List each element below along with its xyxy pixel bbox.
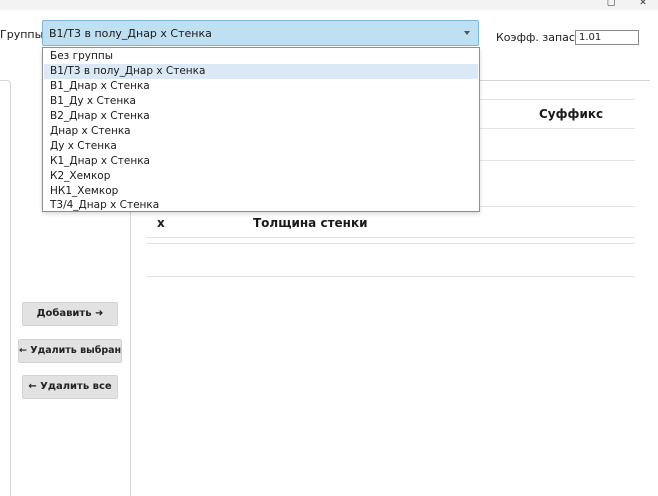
coef-input[interactable]: [575, 30, 639, 45]
dropdown-option[interactable]: В2_Днар х Стенка: [44, 109, 478, 124]
group-dropdown-list[interactable]: Без группы В1/Т3 в полу_Днар х Стенка В1…: [42, 47, 480, 212]
groups-label: Группы:: [0, 28, 47, 41]
group-combobox-value: В1/Т3 в полу_Днар х Стенка: [49, 27, 212, 40]
coef-label: Коэфф. запаса:: [496, 31, 586, 44]
dropdown-option[interactable]: НК1_Хемкор: [44, 184, 478, 199]
remove-all-button[interactable]: ← Удалить все: [22, 375, 118, 399]
grid2-bottom-rule: [146, 276, 635, 277]
add-button[interactable]: Добавить ➜: [22, 302, 118, 326]
chevron-down-icon[interactable]: [464, 31, 470, 35]
window-title-bar: [0, 0, 658, 10]
dropdown-option[interactable]: Днар х Стенка: [44, 124, 478, 139]
dropdown-option[interactable]: Ду х Стенка: [44, 139, 478, 154]
maximize-icon[interactable]: ▢: [596, 0, 626, 10]
dropdown-option[interactable]: В1_Ду х Стенка: [44, 94, 478, 109]
dropdown-option[interactable]: Т3/4_Днар х Стенка: [44, 198, 478, 213]
dropdown-option[interactable]: К1_Днар х Стенка: [44, 154, 478, 169]
x-column-header[interactable]: х: [157, 216, 165, 230]
left-panel: [0, 80, 11, 496]
close-icon[interactable]: ✕: [628, 0, 658, 10]
group-combobox[interactable]: В1/Т3 в полу_Днар х Стенка: [42, 20, 479, 46]
remove-selected-button[interactable]: ← Удалить выбранные: [18, 339, 122, 363]
dropdown-option-selected[interactable]: В1/Т3 в полу_Днар х Стенка: [44, 64, 478, 79]
dropdown-option[interactable]: Без группы: [44, 49, 478, 64]
grid2-row-rule: [146, 243, 635, 244]
grid2-header-rule: [146, 237, 635, 238]
suffix-column-header[interactable]: Суффикс: [539, 107, 603, 121]
dropdown-option[interactable]: В1_Днар х Стенка: [44, 79, 478, 94]
dropdown-option[interactable]: К2_Хемкор: [44, 169, 478, 184]
wall-thickness-column-header[interactable]: Толщина стенки: [253, 216, 368, 230]
